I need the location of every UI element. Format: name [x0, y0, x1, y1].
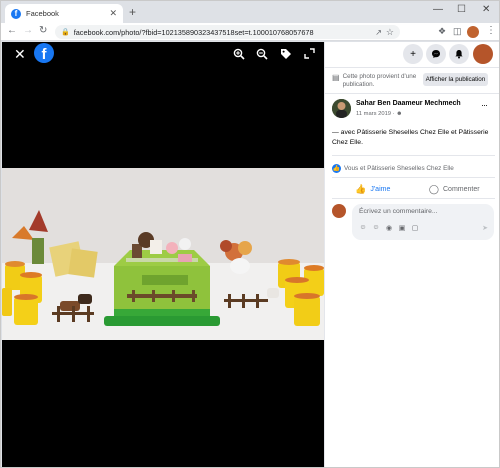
cake-photo-image — [2, 168, 324, 340]
post-date-text[interactable]: 11 mars 2019 · — [356, 111, 396, 117]
sidepanel-icon[interactable]: ◫ — [453, 26, 462, 37]
post-header: Sahar Ben Daameur Mechmech 11 mars 2019 … — [332, 99, 497, 121]
tab-title: Facebook — [26, 9, 59, 18]
browser-toolbar: ← → ↻ 🔒 facebook.com/photo/?fbid=1021358… — [1, 23, 499, 41]
window-close-button[interactable]: ✕ — [482, 4, 490, 15]
comment-placeholder[interactable]: Écrivez un commentaire... — [359, 208, 438, 215]
camera-icon[interactable]: ◉ — [384, 224, 394, 232]
back-button[interactable]: ← — [7, 25, 17, 36]
like-label: J'aime — [370, 185, 391, 193]
divider — [332, 198, 495, 199]
gif-icon[interactable]: ▣ — [397, 224, 407, 232]
post-source-notice: ▤ Cette photo provient d'une publication… — [332, 73, 497, 89]
post-photo[interactable] — [2, 168, 324, 340]
author-name[interactable]: Sahar Ben Daameur Mechmech — [356, 100, 461, 107]
zoom-in-icon[interactable] — [233, 48, 245, 63]
like-button[interactable]: 👍 J'aime — [332, 181, 414, 197]
forward-button[interactable]: → — [23, 25, 33, 36]
comment-icon: ◯ — [428, 183, 439, 194]
maximize-button[interactable]: ☐ — [457, 4, 466, 15]
facebook-favicon-icon: f — [11, 8, 21, 19]
zoom-out-icon[interactable] — [256, 48, 268, 63]
kebab-icon[interactable]: ⋮ — [486, 25, 496, 36]
star-icon[interactable]: ☆ — [386, 27, 394, 38]
reactions-text[interactable]: Vous et Pâtisserie Sheselles Chez Elle — [344, 165, 454, 172]
tab-strip: f Facebook ✕ + — ☐ ✕ — [1, 1, 499, 23]
new-tab-button[interactable]: + — [129, 5, 136, 19]
view-post-button[interactable]: Afficher la publication — [422, 73, 489, 86]
comment-button[interactable]: ◯ Commenter — [414, 181, 496, 197]
tag-icon[interactable] — [280, 48, 292, 63]
audience-icon: ☻ — [396, 111, 403, 117]
divider — [325, 67, 499, 68]
divider — [332, 177, 495, 178]
close-icon[interactable]: ✕ — [14, 46, 26, 63]
more-options-icon[interactable]: ··· — [481, 100, 488, 110]
address-bar[interactable]: 🔒 facebook.com/photo/?fbid=1021358903234… — [55, 25, 400, 39]
minimize-button[interactable]: — — [433, 4, 443, 15]
like-reaction-icon: 👍 — [332, 164, 341, 173]
author-avatar[interactable] — [332, 99, 351, 118]
send-icon[interactable]: ➤ — [482, 224, 488, 232]
profile-avatar[interactable] — [467, 26, 479, 38]
share-icon[interactable]: ↗ — [375, 28, 382, 37]
post-caption: — avec Pâtisserie Sheselles Chez Elle et… — [332, 129, 489, 147]
avatar-sticker-icon[interactable]: ☺ — [358, 224, 368, 232]
post-side-panel: + ▤ Cette photo provient d'une publicati… — [324, 42, 499, 467]
plus-icon[interactable]: + — [403, 44, 423, 64]
messenger-icon[interactable] — [426, 44, 446, 64]
puzzle-icon[interactable]: ❖ — [438, 26, 446, 37]
thumbs-up-icon: 👍 — [355, 183, 367, 194]
browser-window: f Facebook ✕ + — ☐ ✕ ← → ↻ 🔒 facebook.co… — [0, 0, 500, 468]
post-date[interactable]: 11 mars 2019 · ☻ — [356, 111, 403, 117]
comment-tools: ☺ ☺ ◉ ▣ ▢ — [358, 224, 420, 232]
bell-icon[interactable] — [449, 44, 469, 64]
account-avatar[interactable] — [473, 44, 493, 64]
tab-facebook[interactable]: f Facebook ✕ — [5, 4, 123, 23]
info-icon: ▤ — [332, 73, 340, 82]
reload-button[interactable]: ↻ — [39, 25, 47, 36]
tab-close-icon[interactable]: ✕ — [109, 8, 117, 19]
reactions-summary[interactable]: 👍 Vous et Pâtisserie Sheselles Chez Elle — [332, 164, 454, 173]
url-text[interactable]: facebook.com/photo/?fbid=102135890323437… — [74, 28, 372, 37]
photo-viewer: ✕ f — [2, 42, 324, 467]
post-actions: 👍 J'aime ◯ Commenter — [332, 181, 495, 197]
fullscreen-icon[interactable] — [304, 48, 315, 62]
comment-input[interactable]: Écrivez un commentaire... ☺ ☺ ◉ ▣ ▢ ➤ — [352, 204, 494, 240]
notice-text: Cette photo provient d'une publication. — [342, 73, 417, 88]
lock-icon[interactable]: 🔒 — [61, 28, 70, 36]
commenter-avatar[interactable] — [332, 204, 346, 218]
emoji-icon[interactable]: ☺ — [371, 224, 381, 232]
comment-label: Commenter — [443, 185, 480, 193]
divider — [325, 93, 499, 94]
facebook-logo-icon[interactable]: f — [34, 43, 54, 63]
sticker-icon[interactable]: ▢ — [410, 224, 420, 232]
divider — [332, 155, 495, 156]
